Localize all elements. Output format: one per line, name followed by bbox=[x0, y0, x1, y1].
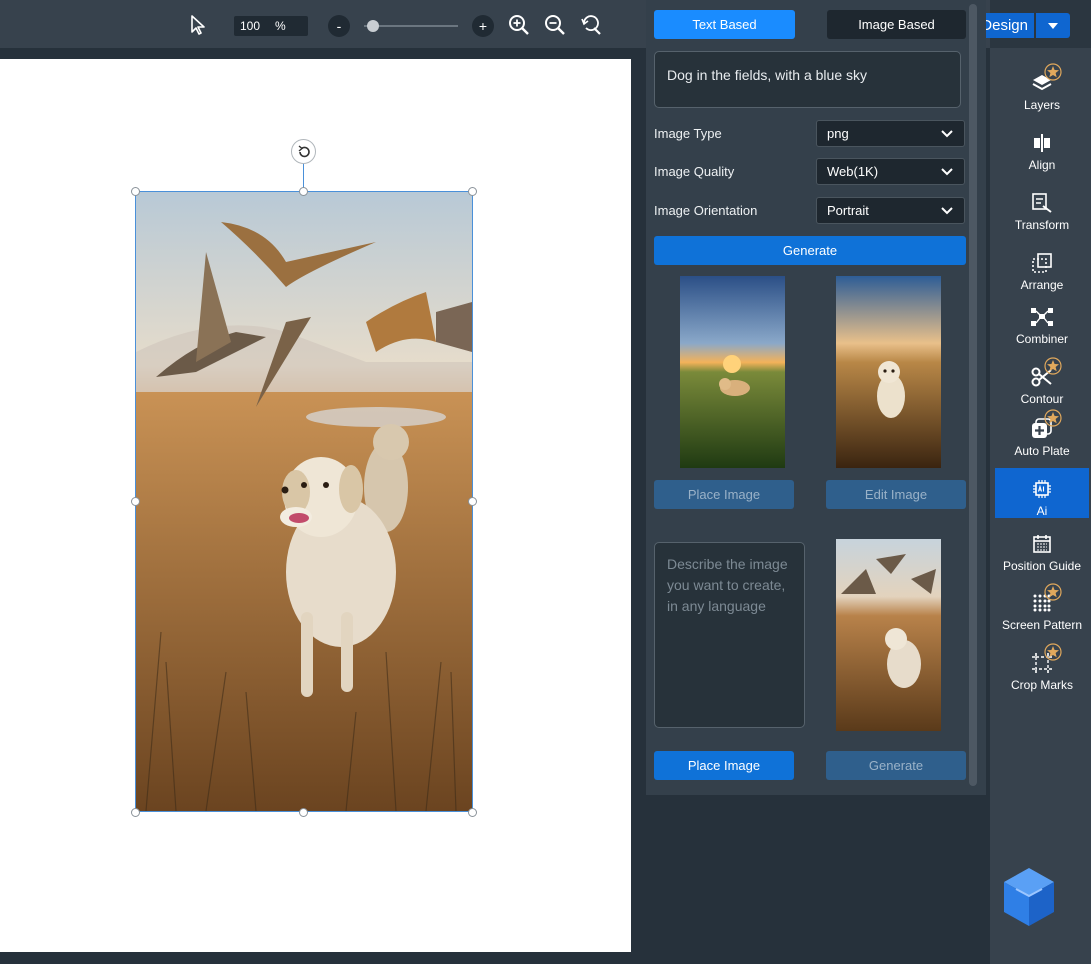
image-orientation-select[interactable]: Portrait bbox=[816, 197, 965, 224]
premium-star-icon bbox=[1044, 63, 1062, 81]
crop-marks-icon bbox=[1030, 643, 1062, 675]
align-icon bbox=[1030, 131, 1054, 155]
combiner-icon bbox=[1030, 305, 1054, 329]
sidebar-item-label: Align bbox=[1028, 158, 1056, 172]
describe-image-textarea[interactable]: Describe the image you want to create, i… bbox=[654, 542, 805, 728]
image-type-label: Image Type bbox=[654, 126, 722, 141]
zoom-input[interactable]: 100 % bbox=[234, 16, 308, 36]
zoom-in-icon[interactable] bbox=[508, 12, 530, 38]
premium-star-icon bbox=[1044, 357, 1062, 375]
sidebar-item-label: Combiner bbox=[1015, 332, 1069, 346]
resize-handle-top-left[interactable] bbox=[131, 187, 140, 196]
sidebar-item-label: Layers bbox=[1023, 98, 1061, 112]
select-pointer-icon[interactable] bbox=[188, 12, 208, 38]
image-type-value: png bbox=[827, 126, 849, 141]
generate-button[interactable]: Generate bbox=[654, 236, 966, 265]
sidebar-item-label: Contour bbox=[1020, 392, 1064, 406]
ai-chip-icon bbox=[1030, 477, 1054, 501]
zoom-out-icon[interactable] bbox=[544, 12, 566, 38]
premium-star-icon bbox=[1044, 643, 1062, 661]
auto-plate-icon bbox=[1030, 409, 1062, 441]
generated-image-1[interactable] bbox=[680, 276, 785, 468]
sidebar-item-combiner[interactable]: Combiner bbox=[995, 296, 1089, 346]
image-orientation-label: Image Orientation bbox=[654, 203, 758, 218]
chevron-down-icon bbox=[941, 130, 953, 138]
zoom-value: 100 bbox=[240, 19, 261, 33]
zoom-out-button[interactable]: - bbox=[328, 15, 350, 37]
premium-star-icon bbox=[1044, 409, 1062, 427]
sidebar-item-align[interactable]: Align bbox=[995, 122, 1089, 172]
sidebar-item-label: Transform bbox=[1014, 218, 1070, 232]
image-quality-label: Image Quality bbox=[654, 164, 735, 179]
generate-from-image-button[interactable]: Generate bbox=[826, 751, 966, 780]
position-guide-icon bbox=[1030, 532, 1054, 556]
sidebar-item-crop-marks[interactable]: Crop Marks bbox=[995, 642, 1089, 692]
sidebar-item-contour[interactable]: Contour bbox=[995, 356, 1089, 406]
zoom-unit: % bbox=[275, 19, 286, 33]
chevron-down-icon bbox=[941, 168, 953, 176]
screen-pattern-icon bbox=[1030, 583, 1062, 615]
rotate-handle-icon[interactable] bbox=[291, 139, 316, 164]
generated-image-2[interactable] bbox=[836, 276, 941, 468]
image-orientation-value: Portrait bbox=[827, 203, 869, 218]
design-button[interactable]: Design bbox=[978, 13, 1034, 38]
sidebar-item-layers[interactable]: Layers bbox=[995, 62, 1089, 112]
resize-handle-bottom-left[interactable] bbox=[131, 808, 140, 817]
sidebar-item-arrange[interactable]: Arrange bbox=[995, 242, 1089, 292]
image-type-select[interactable]: png bbox=[816, 120, 965, 147]
resize-handle-bottom-right[interactable] bbox=[468, 808, 477, 817]
resize-handle-bottom[interactable] bbox=[299, 808, 308, 817]
transform-icon bbox=[1030, 191, 1054, 215]
app-logo-icon bbox=[1002, 866, 1056, 928]
resize-handle-top[interactable] bbox=[299, 187, 308, 196]
edit-image-button[interactable]: Edit Image bbox=[826, 480, 966, 509]
prompt-textarea[interactable]: Dog in the fields, with a blue sky bbox=[654, 51, 961, 108]
resize-handle-right[interactable] bbox=[468, 497, 477, 506]
zoom-reset-icon[interactable] bbox=[580, 12, 602, 38]
place-image-button-disabled[interactable]: Place Image bbox=[654, 480, 794, 509]
arrange-icon bbox=[1030, 251, 1054, 275]
design-dropdown-button[interactable] bbox=[1036, 13, 1070, 38]
sidebar-item-label: Position Guide bbox=[1002, 559, 1082, 573]
sidebar-item-label: Crop Marks bbox=[1010, 678, 1073, 692]
sidebar-item-screen-pattern[interactable]: Screen Pattern bbox=[995, 582, 1089, 632]
sidebar-item-label: Ai bbox=[1036, 504, 1048, 518]
sidebar-item-label: Arrange bbox=[1020, 278, 1064, 292]
resize-handle-left[interactable] bbox=[131, 497, 140, 506]
chevron-down-icon bbox=[1048, 22, 1058, 29]
place-image-button[interactable]: Place Image bbox=[654, 751, 794, 780]
sidebar-item-label: Screen Pattern bbox=[1001, 618, 1083, 632]
sidebar-item-position-guide[interactable]: Position Guide bbox=[995, 523, 1089, 573]
premium-star-icon bbox=[1044, 583, 1062, 601]
sidebar-item-ai[interactable]: Ai bbox=[995, 468, 1089, 518]
sidebar-item-auto-plate[interactable]: Auto Plate bbox=[995, 408, 1089, 458]
layers-icon bbox=[1030, 63, 1062, 95]
scissors-icon bbox=[1030, 357, 1062, 389]
ai-panel-scrollbar[interactable] bbox=[969, 4, 977, 786]
chevron-down-icon bbox=[941, 207, 953, 215]
sidebar-item-label: Auto Plate bbox=[1014, 444, 1070, 458]
zoom-in-button[interactable]: + bbox=[472, 15, 494, 37]
image-quality-select[interactable]: Web(1K) bbox=[816, 158, 965, 185]
resize-handle-top-right[interactable] bbox=[468, 187, 477, 196]
reference-image[interactable] bbox=[836, 539, 941, 731]
sidebar-item-transform[interactable]: Transform bbox=[995, 182, 1089, 232]
image-quality-value: Web(1K) bbox=[827, 164, 879, 179]
tab-image-based[interactable]: Image Based bbox=[827, 10, 966, 39]
tab-text-based[interactable]: Text Based bbox=[654, 10, 795, 39]
selection-box[interactable] bbox=[135, 191, 473, 812]
